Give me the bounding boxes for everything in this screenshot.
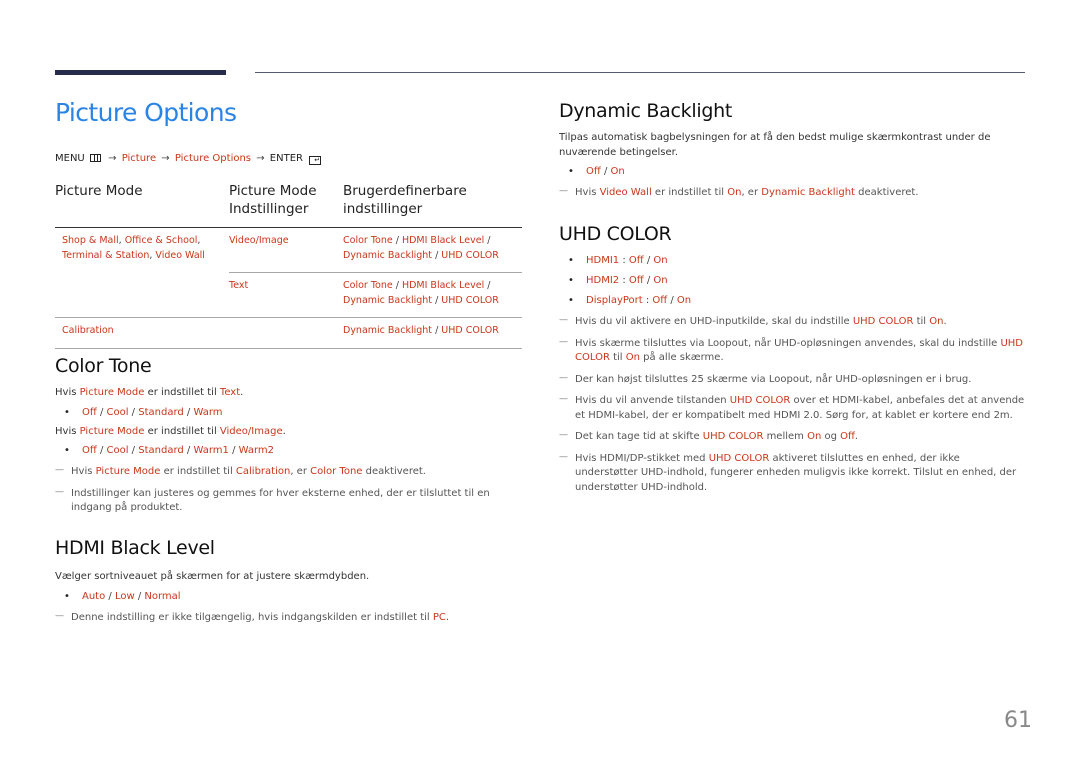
note-dash-icon: —: [559, 336, 568, 347]
enter-icon: ↵: [309, 156, 322, 165]
bullet-icon: •: [64, 590, 70, 602]
menu-path-picture: Picture: [121, 153, 157, 164]
note: — Indstillinger kan justeres og gemmes fo…: [55, 486, 490, 514]
table-row: Text Color Tone / HDMI Black Level / Dyn…: [55, 272, 522, 318]
menu-path-picture-options: Picture Options: [174, 153, 252, 164]
note-dash-icon: —: [559, 451, 568, 462]
cell-custom: Color Tone / HDMI Black Level / Dynamic …: [343, 272, 522, 318]
bullet-icon: •: [568, 166, 574, 177]
cell-mode: Shop & Mall, Office & School, Terminal &…: [62, 235, 205, 261]
table-row: Shop & Mall, Office & School, Terminal &…: [55, 227, 522, 273]
note: — Der kan højst tilsluttes 25 skærme via …: [559, 372, 972, 385]
menu-grid-icon: [89, 154, 101, 162]
section-heading: HDMI Black Level: [55, 537, 215, 559]
description: Tilpas automatisk bagbelysningen for at …: [559, 132, 991, 158]
section-heading: Dynamic Backlight: [559, 100, 732, 122]
description: Vælger sortniveauet på skærmen for at ju…: [55, 571, 370, 582]
picture-mode-table: Picture Mode Picture Mode Indstillinger B…: [55, 182, 522, 349]
options-list-item: • HDMI1 : Off / On: [559, 254, 1025, 268]
note: — Hvis Picture Mode er indstillet til Cal…: [55, 465, 426, 477]
note: — Denne indstilling er ikke tilgængelig, …: [55, 610, 450, 623]
header-custom-settings: Brugerdefinerbare indstillinger: [343, 182, 522, 228]
note: — Hvis Video Wall er indstillet til On, e…: [559, 186, 919, 198]
cell-mode: [55, 272, 229, 318]
note-dash-icon: —: [559, 315, 568, 325]
section-dynamic-backlight: Dynamic Backlight Tilpas automatisk bagb…: [559, 100, 1025, 201]
page-number: 61: [1004, 708, 1032, 733]
note-dash-icon: —: [55, 465, 64, 475]
note-dash-icon: —: [559, 430, 568, 440]
header-picture-mode: Picture Mode: [55, 182, 229, 228]
note-dash-icon: —: [559, 394, 568, 404]
note: — Hvis du vil anvende tilstanden UHD COLO…: [559, 394, 1025, 421]
options-list-item: • Off / Cool / Standard / Warm1 / Warm2: [55, 444, 525, 458]
bullet-icon: •: [568, 295, 574, 306]
arrow-icon: →: [161, 153, 170, 164]
section-heading: Color Tone: [55, 355, 152, 377]
bullet-icon: •: [64, 445, 70, 456]
section-uhd-color: UHD COLOR • HDMI1 : Off / On • HDMI2 : Off…: [559, 223, 1025, 495]
cell-setting: Video/Image: [229, 227, 343, 273]
menu-path: MENU → Picture → Picture Options → ENTER…: [55, 153, 322, 165]
cell-setting: [229, 317, 343, 349]
cell-setting: Text: [229, 272, 343, 318]
section-hdmi-black-level: HDMI Black Level Vælger sortniveauet på …: [55, 537, 525, 625]
enter-label: ENTER: [269, 153, 303, 164]
condition-text: Hvis Picture Mode er indstillet til Vide…: [55, 425, 286, 437]
bullet-icon: •: [64, 406, 70, 418]
note-dash-icon: —: [55, 486, 64, 497]
header-rule-thin: [255, 72, 1025, 73]
bullet-icon: •: [568, 255, 574, 266]
arrow-icon: →: [256, 153, 265, 164]
menu-label: MENU: [55, 153, 85, 164]
options-list-item: • Auto / Low / Normal: [55, 590, 525, 604]
cell-custom: Color Tone / HDMI Black Level / Dynamic …: [343, 227, 522, 273]
section-color-tone: Color Tone Hvis Picture Mode er indstill…: [55, 355, 525, 516]
note: — Hvis HDMI/DP-stikket med UHD COLOR akti…: [559, 451, 1017, 493]
options-list-item: • Off / On: [559, 165, 1025, 179]
table-row: Calibration Dynamic Backlight / UHD COLO…: [55, 317, 522, 349]
note: — Det kan tage tid at skifte UHD COLOR me…: [559, 430, 859, 442]
note-dash-icon: —: [55, 610, 64, 621]
options-list-item: • Off / Cool / Standard / Warm: [55, 406, 525, 420]
options-list-item: • HDMI2 : Off / On: [559, 274, 1025, 288]
cell-custom: Dynamic Backlight / UHD COLOR: [343, 317, 522, 349]
cell-mode: Calibration: [55, 317, 229, 349]
header-rule-thick: [55, 70, 226, 75]
section-heading: UHD COLOR: [559, 223, 672, 245]
arrow-icon: →: [108, 153, 117, 164]
page-title: Picture Options: [55, 98, 237, 127]
condition-text: Hvis Picture Mode er indstillet til Text…: [55, 387, 244, 398]
note: — Hvis skærme tilsluttes via Loopout, når…: [559, 336, 1023, 364]
note: — Hvis du vil aktivere en UHD-inputkilde,…: [559, 315, 947, 327]
note-dash-icon: —: [559, 372, 568, 383]
options-list-item: • DisplayPort : Off / On: [559, 294, 1025, 308]
table-header-row: Picture Mode Picture Mode Indstillinger B…: [55, 182, 522, 228]
bullet-icon: •: [568, 275, 574, 286]
note-dash-icon: —: [559, 186, 568, 196]
header-picture-mode-settings: Picture Mode Indstillinger: [229, 182, 343, 228]
